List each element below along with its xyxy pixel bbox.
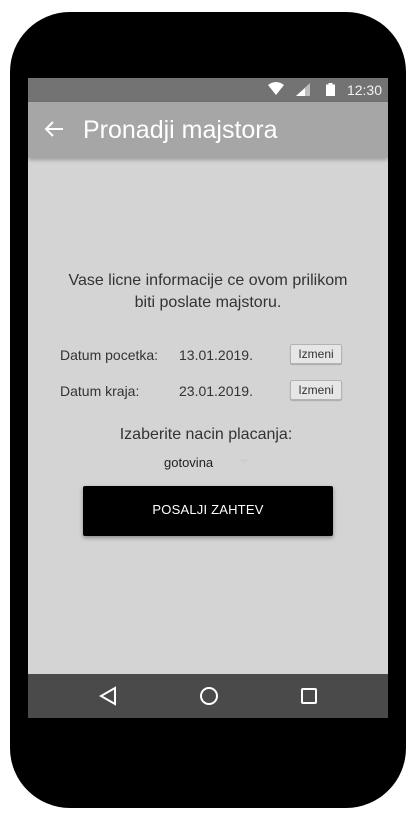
back-triangle-icon[interactable] [99, 686, 117, 706]
dropdown-arrow-icon [239, 459, 249, 465]
payment-method-value: gotovina [164, 455, 214, 470]
edit-end-date-button[interactable]: Izmeni [290, 380, 342, 400]
end-date-row: Datum kraja: 23.01.2019. Izmeni [28, 380, 388, 402]
edit-start-date-button[interactable]: Izmeni [290, 344, 342, 364]
start-date-row: Datum pocetka: 13.01.2019. Izmeni [28, 344, 388, 366]
home-circle-icon[interactable] [199, 686, 219, 706]
payment-method-select[interactable]: gotovina [160, 453, 255, 473]
end-date-value: 23.01.2019. [179, 383, 253, 399]
page-title: Pronadji majstora [83, 116, 278, 144]
screen: 12:30 Pronadji majstora Vase licne infor… [28, 78, 388, 718]
arrow-left-icon[interactable] [43, 118, 65, 140]
navigation-bar [28, 674, 388, 718]
payment-label: Izaberite nacin placanja: [119, 426, 293, 443]
info-text: Vase licne informacije ce ovom prilikom … [68, 272, 348, 311]
start-date-label: Datum pocetka: [60, 347, 159, 363]
signal-icon [296, 83, 310, 96]
app-bar: Pronadji majstora [28, 102, 388, 158]
status-bar: 12:30 [28, 78, 388, 102]
recents-square-icon[interactable] [300, 686, 318, 706]
end-date-label: Datum kraja: [60, 383, 140, 399]
start-date-value: 13.01.2019. [179, 347, 253, 363]
battery-icon [326, 83, 335, 96]
submit-request-button[interactable]: POSALJI ZAHTEV [83, 486, 333, 536]
status-time: 12:30 [346, 82, 382, 98]
wifi-icon [268, 82, 284, 95]
